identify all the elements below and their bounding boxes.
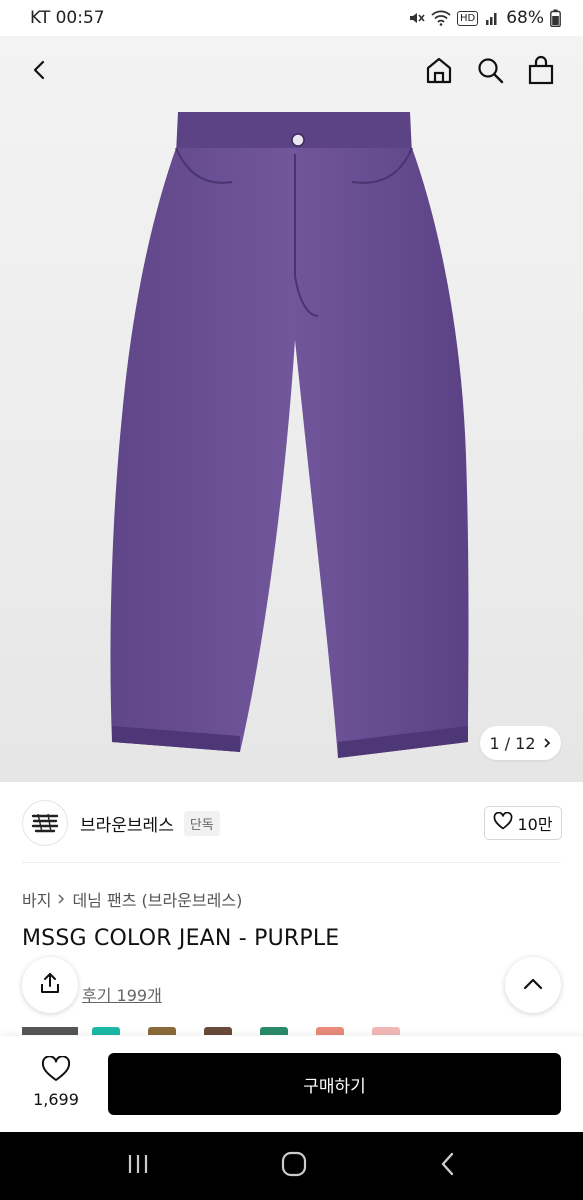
chevron-right-icon [542,734,552,753]
swatch-color-chip [148,1027,176,1035]
status-time: KT 00:57 [30,8,105,28]
chevron-up-icon [522,976,544,995]
swatch-color-chip [316,1027,344,1035]
home-nav-icon[interactable] [280,1150,308,1182]
status-bar: KT 00:57 HD 68% [0,0,583,36]
heart-icon [493,811,513,834]
heart-icon [41,1055,71,1086]
brand-name[interactable]: 브라운브레스 [80,811,174,836]
brand-like-count: 10만 [517,815,553,834]
bag-icon[interactable] [521,50,561,90]
back-icon[interactable] [20,50,60,90]
pager-text: 1 / 12 [489,733,536,753]
home-icon[interactable] [419,50,459,90]
favorite-button[interactable]: 1,699 [22,1055,90,1109]
color-swatch[interactable] [190,1027,246,1035]
wifi-icon [431,10,451,26]
swatch-color-chip [372,1027,400,1035]
color-swatch[interactable] [358,1027,414,1035]
swatch-color-chip [204,1027,232,1035]
swatch-color-chip [260,1027,288,1035]
purchase-bar: 1,699 구매하기 [0,1036,583,1132]
image-pager[interactable]: 1 / 12 [480,726,561,760]
color-swatch[interactable] [246,1027,302,1035]
breadcrumb: 바지 데님 팬츠 (브라운브레스) [22,887,242,911]
buy-button[interactable]: 구매하기 [108,1053,561,1115]
color-swatch[interactable] [134,1027,190,1035]
review-link[interactable]: 후기 199개 [82,982,162,1006]
share-icon [38,971,62,999]
brand-logo[interactable] [22,800,68,846]
top-navigation [0,36,583,106]
share-button[interactable] [22,957,78,1013]
back-nav-icon[interactable] [438,1151,458,1181]
brand-like-button[interactable]: 10만 [484,806,562,840]
battery-icon [550,9,561,27]
product-title: MSSG COLOR JEAN - PURPLE [22,926,340,951]
exclusive-badge: 단독 [183,810,220,836]
breadcrumb-item-denim[interactable]: 데님 팬츠 (브라운브레스) [72,887,242,911]
chevron-right-icon [57,890,66,909]
hd-icon: HD [456,10,479,26]
color-swatch[interactable] [302,1027,358,1035]
color-swatch[interactable] [78,1027,134,1035]
divider [22,862,561,863]
product-image-gallery[interactable]: 1 / 12 [0,36,583,782]
system-navigation-bar [0,1132,583,1200]
recent-apps-icon[interactable] [125,1152,151,1180]
product-photo [110,112,469,758]
color-swatch[interactable] [22,1027,78,1035]
signal-icon [484,10,500,26]
breadcrumb-item-pants[interactable]: 바지 [22,887,51,911]
brand-row: 브라운브레스 단독 10만 [22,800,562,846]
color-swatches [22,1027,414,1035]
search-icon[interactable] [470,50,510,90]
favorite-count: 1,699 [33,1090,79,1109]
battery-percent: 68% [506,8,544,28]
scroll-top-button[interactable] [505,957,561,1013]
status-icons: HD 68% [407,8,561,28]
swatch-color-chip [92,1027,120,1035]
mute-icon [407,9,425,27]
